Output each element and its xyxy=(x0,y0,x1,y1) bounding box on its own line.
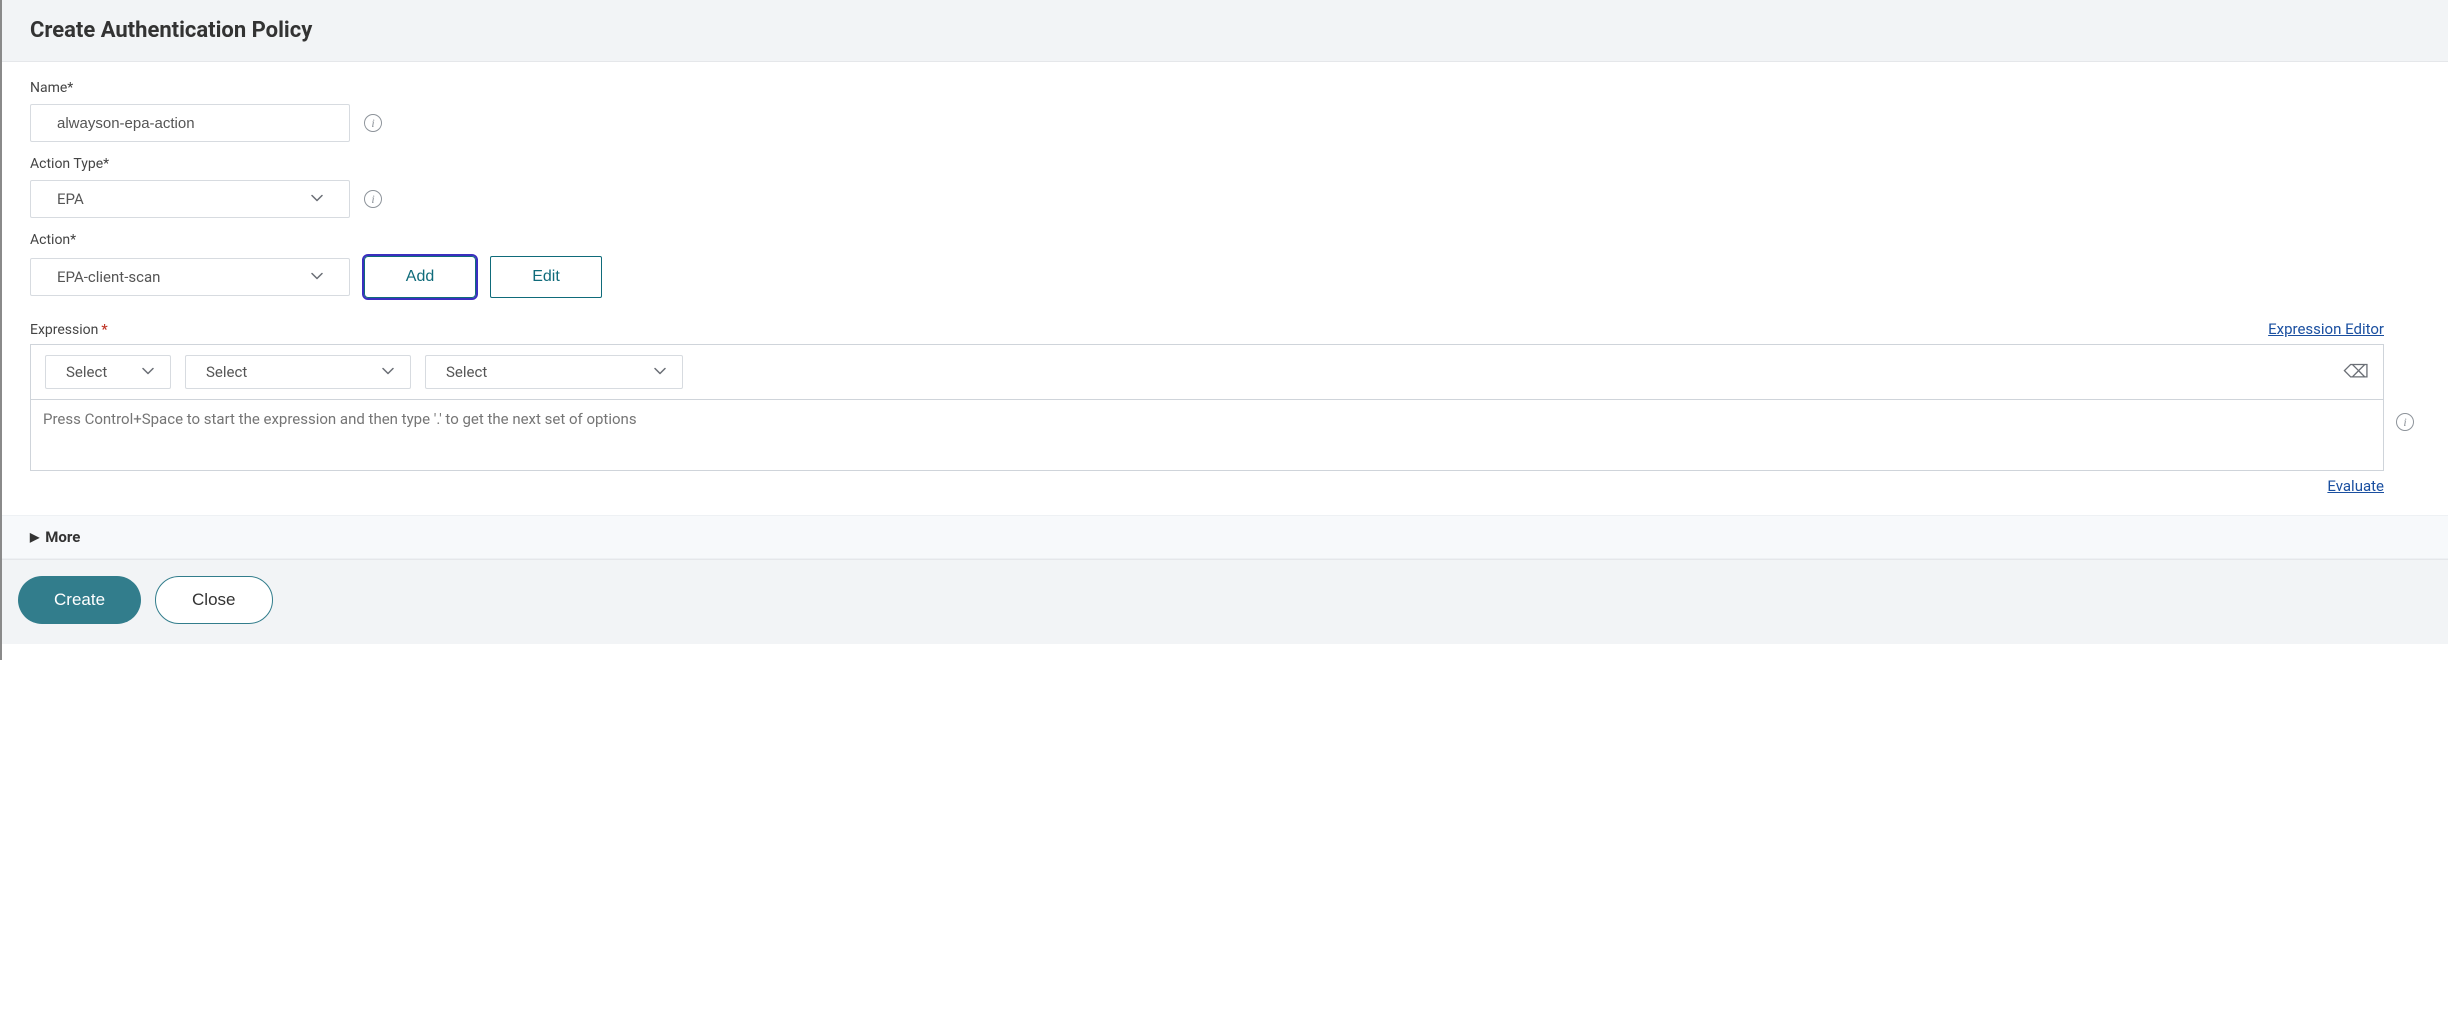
action-type-value: EPA xyxy=(57,190,84,208)
caret-right-icon: ▶ xyxy=(30,530,39,544)
expression-editor-link[interactable]: Expression Editor xyxy=(2268,320,2384,338)
action-type-select[interactable]: EPA xyxy=(30,180,350,218)
required-star: * xyxy=(101,322,107,338)
page-title: Create Authentication Policy xyxy=(30,18,2420,43)
clear-expression-icon[interactable]: ⌫ xyxy=(2344,362,2369,383)
info-icon[interactable]: i xyxy=(364,190,382,208)
info-icon[interactable]: i xyxy=(2396,413,2414,431)
chevron-down-icon xyxy=(142,363,154,381)
edit-button[interactable]: Edit xyxy=(490,256,602,298)
add-button[interactable]: Add xyxy=(364,256,476,298)
expression-textarea[interactable] xyxy=(30,399,2384,471)
close-button[interactable]: Close xyxy=(155,576,272,624)
more-label: More xyxy=(45,528,80,546)
evaluate-link[interactable]: Evaluate xyxy=(2327,477,2384,495)
expression-label: Expression xyxy=(30,322,98,338)
action-select[interactable]: EPA-client-scan xyxy=(30,258,350,296)
action-value: EPA-client-scan xyxy=(57,268,160,286)
expression-toolbar: Select Select Select ⌫ xyxy=(30,344,2384,399)
action-label: Action* xyxy=(30,232,2420,248)
action-type-label: Action Type* xyxy=(30,156,2420,172)
expression-select-1[interactable]: Select xyxy=(45,355,171,389)
expression-select-2[interactable]: Select xyxy=(185,355,411,389)
chevron-down-icon xyxy=(311,190,323,208)
page-header: Create Authentication Policy xyxy=(2,0,2448,62)
form-body: Name* i Action Type* EPA i Action* xyxy=(2,62,2448,515)
expression-select-3[interactable]: Select xyxy=(425,355,683,389)
info-icon[interactable]: i xyxy=(364,114,382,132)
footer: Create Close xyxy=(2,559,2448,644)
name-label: Name* xyxy=(30,80,2420,96)
create-button[interactable]: Create xyxy=(18,576,141,624)
chevron-down-icon xyxy=(311,268,323,286)
chevron-down-icon xyxy=(654,363,666,381)
name-input[interactable] xyxy=(30,104,350,142)
more-toggle[interactable]: ▶ More xyxy=(2,515,2448,559)
chevron-down-icon xyxy=(382,363,394,381)
expression-container: Select Select Select ⌫ xyxy=(30,344,2384,471)
